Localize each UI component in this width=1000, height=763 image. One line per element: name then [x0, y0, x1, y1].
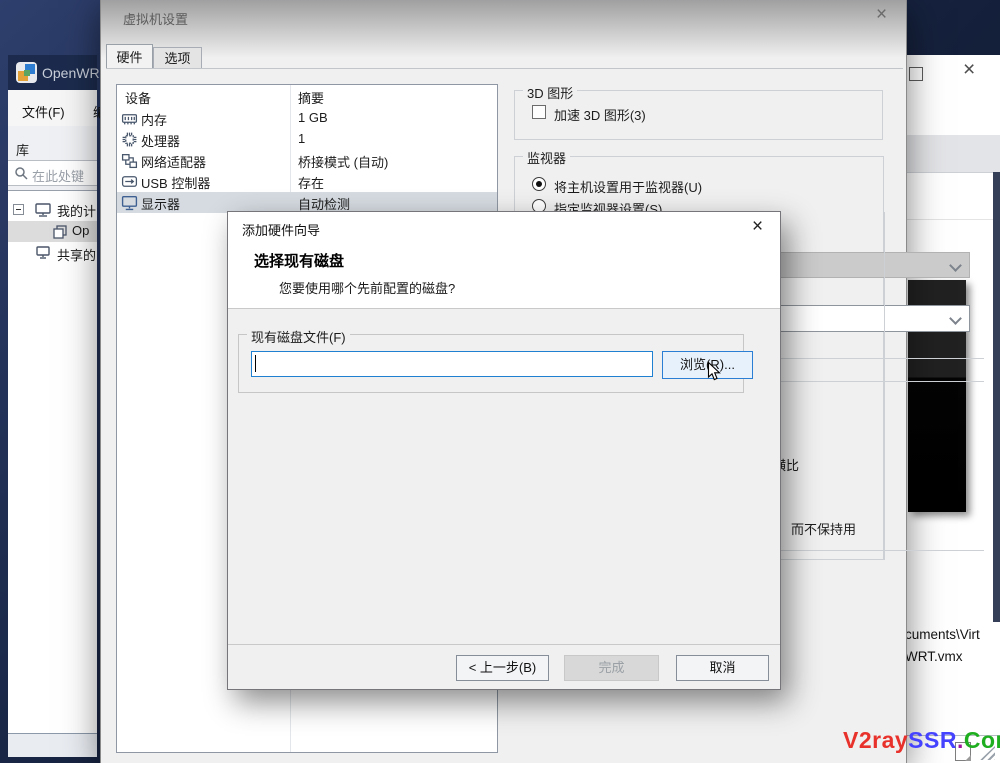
tab-baseline [106, 68, 903, 69]
menu-bar: 文件(F) 编 [8, 90, 97, 127]
accelerate-3d-checkbox[interactable] [532, 105, 546, 119]
watermark-part-0: V2ray [843, 727, 908, 753]
watermark-part-3: Com [964, 727, 1000, 753]
back-button[interactable]: < 上一步(B) [456, 655, 549, 681]
wizard-header: 选择现有磁盘 您要使用哪个先前配置的磁盘? [228, 243, 780, 309]
shared-vm-icon [34, 246, 52, 267]
cursor-icon [707, 361, 722, 387]
table-row-usb-controller[interactable]: USB 控制器 存在 [117, 171, 497, 192]
accelerate-3d-label: 加速 3D 图形(3) [554, 105, 646, 124]
group-border [884, 212, 885, 560]
footer-divider [228, 644, 780, 645]
settings-close-icon[interactable]: × [876, 4, 887, 26]
watermark: V2raySSR.Com [843, 727, 1000, 754]
search-icon [14, 166, 28, 185]
vmware-logo-icon [16, 62, 37, 83]
col-header-summary: 摘要 [298, 88, 324, 107]
cancel-button[interactable]: 取消 [676, 655, 769, 681]
settings-dialog-title: 虚拟机设置 [123, 9, 188, 28]
aspect-ratio-fragment: 纵横比 [769, 455, 881, 474]
divider [907, 219, 1000, 220]
main-status-bar [8, 733, 97, 757]
tab-hardware[interactable]: 硬件 [106, 44, 153, 69]
vm-path-line2: WRT.vmx [907, 649, 1000, 664]
tree-item-my-computer[interactable]: 我的计 [8, 199, 97, 220]
monitor-group-title: 监视器 [523, 148, 570, 167]
graphics-3d-group-title: 3D 图形 [523, 83, 577, 102]
toolbar-strip [907, 135, 1000, 173]
vm-copy-icon [52, 224, 68, 245]
expander-icon[interactable] [13, 204, 24, 215]
col-header-device: 设备 [125, 88, 151, 107]
maximize-icon[interactable] [909, 67, 923, 81]
table-row-display[interactable]: 显示器 自动检测 [117, 192, 497, 213]
watermark-part-1: SSR [908, 727, 957, 753]
use-host-monitor-label: 将主机设置用于监视器(U) [554, 177, 702, 196]
chevron-down-icon [949, 312, 962, 325]
text-caret [255, 355, 256, 372]
dialog-top-shade [101, 0, 906, 58]
computer-icon [34, 202, 52, 223]
screen: OpenWR 文件(F) 编 库 在此处键 我的计 Op [0, 0, 1000, 763]
wizard-close-icon[interactable]: × [752, 216, 763, 238]
wizard-heading: 选择现有磁盘 [254, 250, 344, 271]
chevron-down-icon [949, 259, 962, 272]
finish-button[interactable]: 完成 [564, 655, 659, 681]
wizard-title: 添加硬件向导 [242, 220, 320, 239]
right-window: × cuments\Virt WRT.vmx [907, 55, 1000, 763]
close-icon[interactable]: × [963, 58, 975, 82]
vm-path-line1: cuments\Virt [907, 627, 1000, 642]
existing-disk-group-label: 现有磁盘文件(F) [247, 327, 350, 346]
wizard-subheading: 您要使用哪个先前配置的磁盘? [279, 278, 455, 297]
display-icon [121, 194, 138, 216]
use-host-monitor-radio[interactable] [532, 177, 546, 191]
vm-tree: 我的计 Op 共享的 [8, 190, 97, 734]
table-row-processors[interactable]: 处理器 1 [117, 129, 497, 150]
main-window-titlebar: OpenWR [8, 55, 97, 90]
search-placeholder: 在此处键 [32, 166, 84, 185]
watermark-part-2: . [957, 727, 964, 753]
tree-item-shared-vms[interactable]: 共享的 [8, 243, 97, 264]
library-label: 库 [16, 140, 29, 159]
add-hardware-wizard: 添加硬件向导 × 选择现有磁盘 您要使用哪个先前配置的磁盘? 现有磁盘文件(F)… [227, 211, 781, 690]
menu-item-file[interactable]: 文件(F) [22, 102, 65, 121]
not-keep-fragment: 而不保持用 [791, 519, 884, 538]
tree-item-openwrt[interactable]: Op [8, 221, 97, 242]
table-row-memory[interactable]: 内存 1 GB [117, 108, 497, 129]
search-input[interactable]: 在此处键 [8, 160, 97, 186]
wizard-titlebar: 添加硬件向导 × [228, 212, 780, 243]
disk-file-input[interactable] [251, 351, 653, 377]
tab-options[interactable]: 选项 [153, 47, 202, 69]
table-row-network-adapter[interactable]: 网络适配器 桥接模式 (自动) [117, 150, 497, 171]
main-window-title: OpenWR [42, 65, 100, 81]
window-edge [993, 172, 1000, 622]
